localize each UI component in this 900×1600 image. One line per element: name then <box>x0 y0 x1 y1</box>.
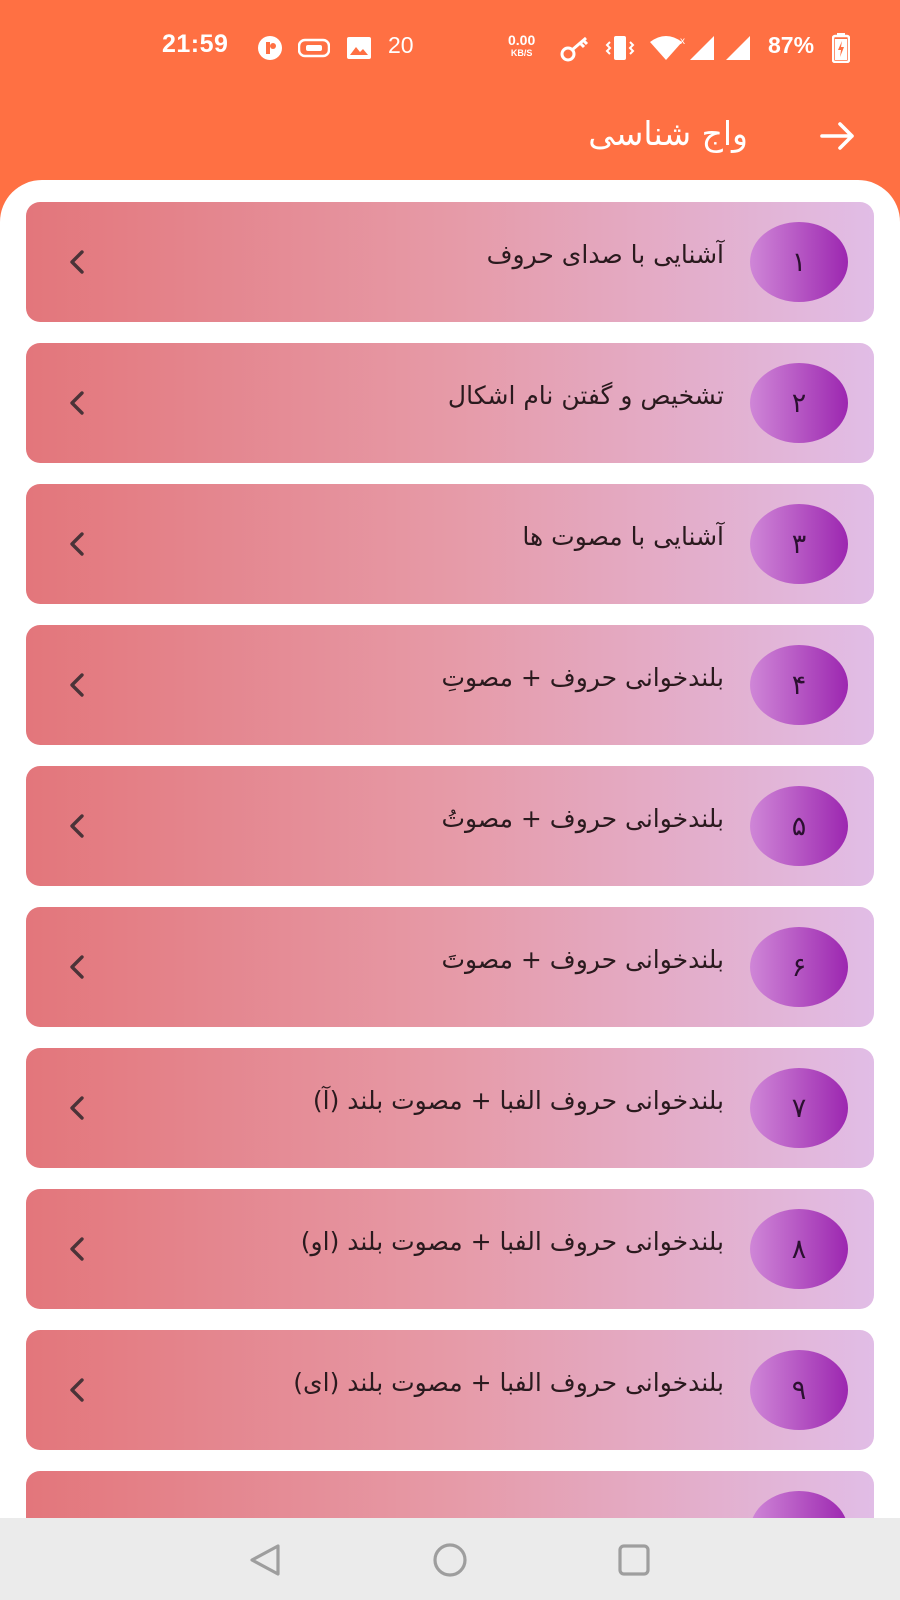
lesson-item[interactable]: ۵ بلندخوانی حروف + مصوتُ <box>26 766 874 886</box>
network-speed-unit: KB/S <box>510 48 533 58</box>
tag-icon <box>298 38 330 58</box>
lesson-number: ۷ <box>791 1092 807 1124</box>
lesson-number-badge: ۶ <box>750 927 848 1007</box>
lesson-title: بلندخوانی حروف + مصوتُ <box>441 804 724 833</box>
chevron-left-icon <box>70 1378 84 1402</box>
chevron-left-icon <box>70 391 84 415</box>
lesson-title: بلندخوانی حروف + مصوتِ <box>441 663 724 692</box>
lesson-number: ۵ <box>791 810 807 842</box>
network-speed-value: 0.00 <box>508 32 536 48</box>
lesson-number: ۱ <box>791 246 807 278</box>
lesson-item-partial[interactable] <box>26 1471 874 1520</box>
back-arrow-icon[interactable] <box>818 116 858 156</box>
vpn-key-icon <box>560 36 589 62</box>
lesson-title: بلندخوانی حروف الفبا + مصوت بلند (او) <box>300 1227 724 1256</box>
lesson-number: ۹ <box>791 1374 807 1406</box>
system-navigation-bar <box>0 1518 900 1600</box>
chevron-left-icon <box>70 673 84 697</box>
lesson-title: آشنایی با مصوت ها <box>522 522 724 551</box>
battery-percent: 87% <box>768 32 815 58</box>
lesson-list-container: ۱ آشنایی با صدای حروف ۲ تشخیص و گفتن نام… <box>0 180 900 1520</box>
lesson-number: ۸ <box>791 1233 807 1265</box>
status-bar: 21:59 20 0.00 KB/S x 87% <box>0 0 900 96</box>
wifi-icon: x <box>650 36 685 60</box>
lesson-number-badge: ۸ <box>750 1209 848 1289</box>
lesson-number: ۳ <box>791 528 807 560</box>
lesson-number-badge: ۴ <box>750 645 848 725</box>
triangle-back-icon[interactable] <box>246 1540 286 1580</box>
lesson-number: ۴ <box>791 669 807 701</box>
chevron-left-icon <box>70 814 84 838</box>
chevron-left-icon <box>70 532 84 556</box>
lesson-number: ۶ <box>791 951 807 983</box>
lesson-number-badge: ۷ <box>750 1068 848 1148</box>
square-recents-icon[interactable] <box>614 1540 654 1580</box>
svg-text:x: x <box>680 36 685 47</box>
lesson-number-badge: ۲ <box>750 363 848 443</box>
lesson-title: تشخیص و گفتن نام اشکال <box>447 381 724 410</box>
lesson-number-badge: ۱ <box>750 222 848 302</box>
lesson-item[interactable]: ۳ آشنایی با مصوت ها <box>26 484 874 604</box>
page-title: واج شناسی <box>588 114 748 153</box>
battery-charging-icon <box>832 33 850 63</box>
lesson-item[interactable]: ۲ تشخیص و گفتن نام اشکال <box>26 343 874 463</box>
notification-count: 20 <box>388 32 414 58</box>
chevron-left-icon <box>70 955 84 979</box>
circle-home-icon[interactable] <box>430 1540 470 1580</box>
network-speed: 0.00 KB/S <box>508 32 536 59</box>
lesson-item[interactable]: ۴ بلندخوانی حروف + مصوتِ <box>26 625 874 745</box>
image-icon <box>347 37 371 59</box>
signal-strength-icon-2 <box>726 36 750 60</box>
lesson-list: ۱ آشنایی با صدای حروف ۲ تشخیص و گفتن نام… <box>26 202 874 1520</box>
lesson-item[interactable]: ۸ بلندخوانی حروف الفبا + مصوت بلند (او) <box>26 1189 874 1309</box>
status-time: 21:59 <box>162 30 229 58</box>
lesson-item[interactable]: ۷ بلندخوانی حروف الفبا + مصوت بلند (آ) <box>26 1048 874 1168</box>
chevron-left-icon <box>70 1096 84 1120</box>
lesson-item[interactable]: ۱ آشنایی با صدای حروف <box>26 202 874 322</box>
chevron-left-icon <box>70 1237 84 1261</box>
lesson-number: ۲ <box>791 387 807 419</box>
lesson-title: بلندخوانی حروف الفبا + مصوت بلند (آ) <box>312 1086 724 1115</box>
chevron-left-icon <box>70 250 84 274</box>
vibrate-icon <box>605 36 635 60</box>
signal-strength-icon-1 <box>690 36 714 60</box>
lesson-number-badge: ۹ <box>750 1350 848 1430</box>
app-notification-icon <box>258 36 282 60</box>
lesson-title: آشنایی با صدای حروف <box>486 240 724 269</box>
lesson-number-badge <box>750 1491 848 1520</box>
lesson-title: بلندخوانی حروف + مصوتَ <box>441 945 724 974</box>
lesson-title: بلندخوانی حروف الفبا + مصوت بلند (ای) <box>293 1368 724 1397</box>
lesson-item[interactable]: ۶ بلندخوانی حروف + مصوتَ <box>26 907 874 1027</box>
lesson-number-badge: ۵ <box>750 786 848 866</box>
app-bar: واج شناسی <box>0 96 900 180</box>
lesson-item[interactable]: ۹ بلندخوانی حروف الفبا + مصوت بلند (ای) <box>26 1330 874 1450</box>
lesson-number-badge: ۳ <box>750 504 848 584</box>
